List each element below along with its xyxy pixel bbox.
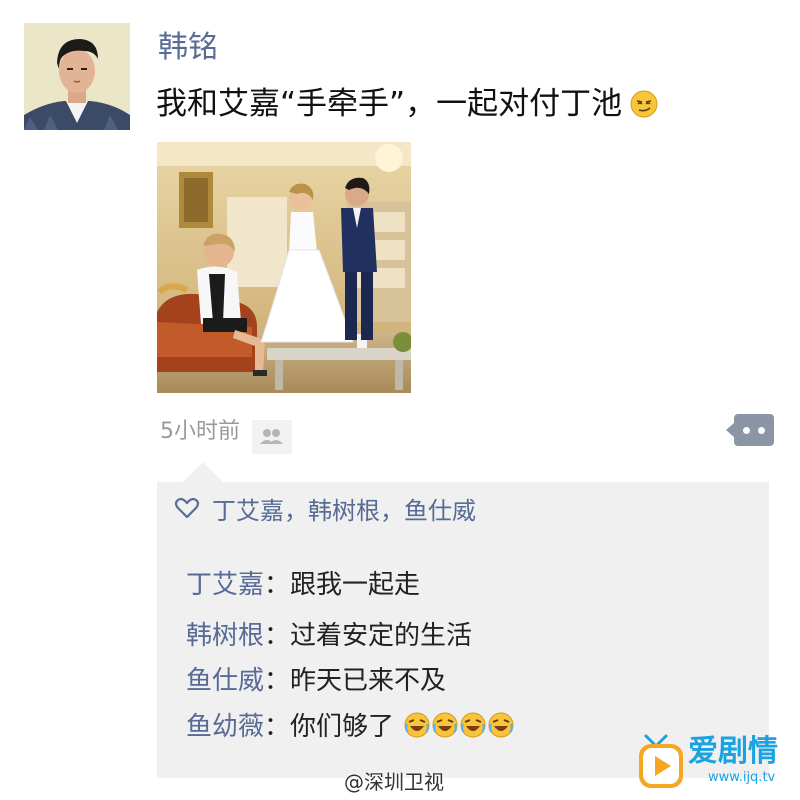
author-name[interactable]: 韩铭: [158, 28, 218, 68]
comment-item[interactable]: 鱼仕威：昨天已来不及: [186, 661, 446, 701]
post-time: 5小时前: [160, 419, 240, 444]
comment-item[interactable]: 韩树根：过着安定的生活: [186, 616, 472, 656]
avatar-portrait-image: [24, 23, 130, 130]
comment-author[interactable]: 鱼仕威: [186, 666, 264, 696]
comment-author[interactable]: 丁艾嘉: [186, 570, 264, 600]
comment-separator: ：: [264, 570, 291, 600]
heart-icon: [174, 497, 200, 519]
post-text: 我和艾嘉“手牵手”，一起对付丁池: [156, 84, 658, 124]
more-dot-icon: [743, 427, 750, 434]
more-actions-pointer: [726, 423, 734, 437]
visibility-friends-icon[interactable]: [252, 420, 292, 454]
comment-text: 你们够了: [290, 712, 395, 742]
comment-author[interactable]: 鱼幼薇: [186, 712, 264, 742]
comment-text: 过着安定的生活: [290, 621, 473, 651]
avatar[interactable]: [24, 23, 130, 130]
laughing-crying-emoji-icon: [460, 712, 486, 738]
comment-separator: ：: [264, 712, 291, 742]
weibo-watermark: @深圳卫视: [344, 770, 444, 794]
logo-name: 爱剧情: [688, 734, 778, 769]
logo-url: www.ijq.tv: [708, 770, 776, 785]
smirk-emoji-icon: [630, 90, 658, 118]
more-dot-icon: [758, 427, 765, 434]
post-text-content: 我和艾嘉“手牵手”，一起对付丁池: [156, 86, 623, 122]
comment-item[interactable]: 鱼幼薇：你们够了: [186, 707, 514, 747]
laughing-crying-emoji-icon: [488, 712, 514, 738]
wedding-scene-image: [157, 142, 411, 393]
likes-names[interactable]: 丁艾嘉，韩树根，鱼仕威: [212, 491, 476, 526]
panel-pointer: [183, 462, 223, 482]
laughing-crying-emoji-icon: [404, 712, 430, 738]
laughing-crying-emoji-icon: [432, 712, 458, 738]
comment-item[interactable]: 丁艾嘉：跟我一起走: [186, 565, 420, 605]
more-actions-button[interactable]: [726, 414, 774, 446]
comment-author[interactable]: 韩树根: [186, 621, 264, 651]
comment-separator: ：: [264, 621, 291, 651]
comment-text: 跟我一起走: [290, 570, 421, 600]
likes-row: 丁艾嘉，韩树根，鱼仕威: [174, 490, 476, 526]
comment-text: 昨天已来不及: [290, 666, 447, 696]
post-photo[interactable]: [157, 142, 411, 393]
comment-separator: ：: [264, 666, 291, 696]
panel-divider: [157, 540, 769, 541]
